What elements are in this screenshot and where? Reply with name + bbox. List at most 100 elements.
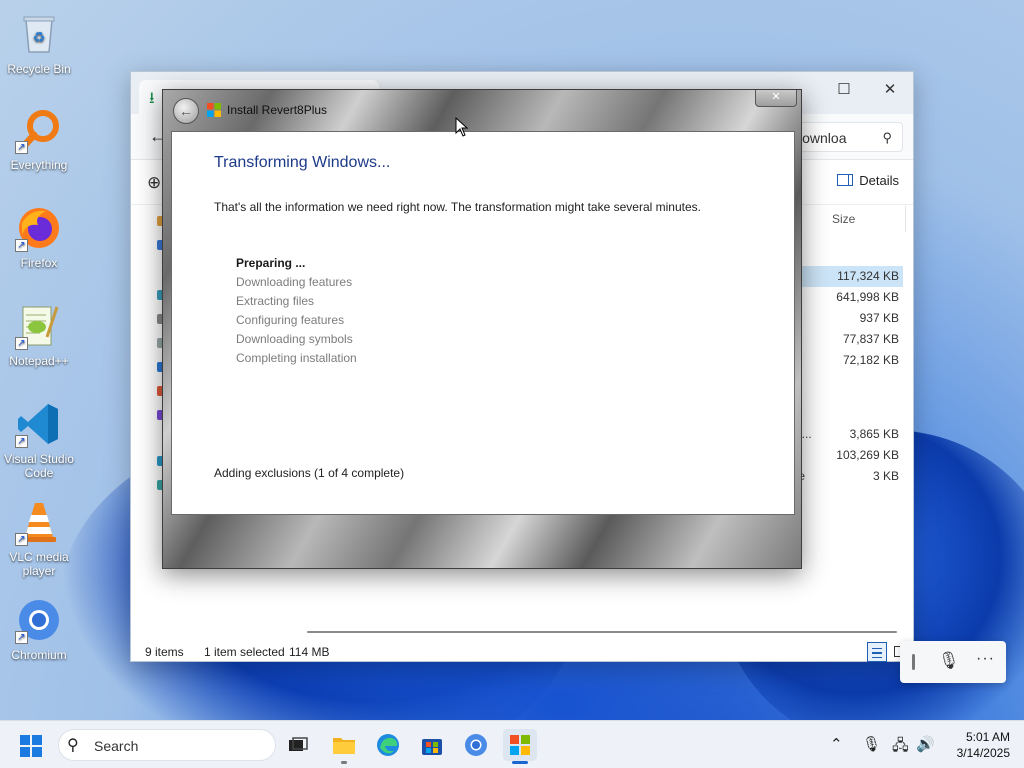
taskbar-edge[interactable]	[371, 729, 405, 761]
vlc-icon: ↗	[15, 498, 63, 546]
installer-status-text: Adding exclusions (1 of 4 complete)	[214, 466, 405, 480]
file-size: 77,837 KB	[842, 332, 899, 346]
volume-icon[interactable]: 🔊	[916, 735, 935, 753]
taskbar: ⚲ Search ⌃ 🎙 🖧 🔊 5:01 AM 3/14/2025	[0, 720, 1024, 768]
installer-title: Install Revert8Plus	[227, 103, 328, 117]
desktop-icon-everything[interactable]: ↗ Everything	[2, 106, 76, 172]
vscode-icon: ↗	[15, 400, 63, 448]
installer-window[interactable]: ← Install Revert8Plus ✕ Transforming Win…	[162, 89, 802, 569]
maximize-button[interactable]: ☐	[821, 76, 867, 104]
installer-content: Transforming Windows... That's all the i…	[171, 131, 795, 515]
chromium-icon	[465, 734, 487, 756]
shortcut-arrow-icon: ↗	[15, 533, 28, 546]
navigation-pane	[131, 206, 165, 566]
download-icon: ⭳	[149, 90, 155, 107]
file-row[interactable]: te 3 KB	[795, 466, 903, 487]
file-size: 117,324 KB	[837, 269, 899, 283]
desktop-icon-notepadpp[interactable]: ↗ Notepad++	[2, 302, 76, 368]
step-extracting-files: Extracting files	[236, 294, 315, 308]
notepadpp-icon: ↗	[15, 302, 63, 350]
step-preparing: Preparing ...	[236, 256, 306, 270]
drag-handle[interactable]	[912, 654, 915, 670]
step-downloading-features: Downloading features	[236, 275, 353, 289]
task-view-button[interactable]	[281, 729, 315, 761]
horizontal-scrollbar[interactable]	[307, 631, 897, 633]
explorer-status-bar: 9 items 1 item selected 114 MB	[131, 640, 913, 662]
file-row[interactable]: 103,269 KB	[795, 445, 903, 466]
desktop-icon-label: Recycle Bin	[7, 62, 71, 76]
desktop-icon-label: Firefox	[20, 256, 58, 270]
desktop-icon-label: Everything	[10, 158, 68, 172]
back-button[interactable]: ←	[173, 98, 199, 124]
column-divider[interactable]	[905, 206, 906, 232]
status-item-count: 9 items	[145, 645, 184, 659]
voice-typing-panel: 🎙 ···	[900, 641, 1006, 683]
desktop-icon-label: Chromium	[11, 648, 67, 662]
file-row[interactable]: e 641,998 KB	[795, 287, 903, 308]
new-item-icon[interactable]: ⊕	[147, 173, 161, 193]
taskbar-clock[interactable]: 5:01 AM 3/14/2025	[940, 729, 1010, 761]
taskbar-revert8plus[interactable]	[503, 729, 537, 764]
desktop-icon-recycle-bin[interactable]: ♻ Recycle Bin	[2, 10, 76, 76]
details-pane-button[interactable]: Details	[837, 173, 899, 188]
installer-heading: Transforming Windows...	[214, 154, 391, 171]
chromium-icon: ↗	[15, 596, 63, 644]
more-options-icon[interactable]: ···	[976, 650, 995, 668]
task-view-icon	[289, 737, 308, 751]
installer-info-text: That's all the information we need right…	[214, 200, 701, 214]
file-size: 72,182 KB	[842, 353, 899, 367]
start-button[interactable]	[20, 735, 42, 757]
file-row[interactable]: e 72,182 KB	[795, 350, 903, 371]
shortcut-arrow-icon: ↗	[15, 239, 28, 252]
details-view-button[interactable]	[867, 642, 887, 662]
column-header-size[interactable]: Size	[832, 212, 855, 226]
step-configuring-features: Configuring features	[236, 313, 345, 327]
clock-time: 5:01 AM	[965, 730, 1010, 744]
taskbar-store[interactable]	[415, 729, 449, 761]
shortcut-arrow-icon: ↗	[15, 631, 28, 644]
firefox-icon: ↗	[15, 204, 63, 252]
installer-step-list: Preparing ... Downloading features Extra…	[236, 256, 357, 370]
file-size: 103,269 KB	[836, 448, 899, 462]
clock-date: 3/14/2025	[956, 746, 1010, 760]
taskbar-search-box[interactable]: ⚲ Search	[58, 729, 276, 761]
taskbar-chromium[interactable]	[459, 729, 493, 761]
status-selection: 1 item selected	[204, 645, 285, 659]
network-icon[interactable]: 🖧	[892, 735, 909, 760]
shortcut-arrow-icon: ↗	[15, 337, 28, 350]
status-selection-size: 114 MB	[289, 645, 330, 659]
file-row[interactable]: o... 3,865 KB	[795, 424, 903, 445]
installer-close-button[interactable]: ✕	[755, 90, 797, 107]
taskbar-file-explorer[interactable]	[327, 729, 361, 764]
file-explorer-icon	[333, 738, 355, 754]
file-size: 641,998 KB	[836, 290, 899, 304]
file-row[interactable]: 937 KB	[795, 308, 903, 329]
file-size: 3,865 KB	[849, 427, 899, 441]
file-row[interactable]: e 77,837 KB	[795, 329, 903, 350]
file-size: 937 KB	[859, 311, 899, 325]
file-row[interactable]: 117,324 KB	[795, 266, 903, 287]
details-pane-icon	[837, 174, 854, 186]
file-size: 3 KB	[872, 469, 899, 483]
explorer-search-input[interactable]: Downloa ⚲	[785, 122, 903, 152]
store-icon	[422, 739, 442, 755]
microphone-icon[interactable]: 🎙	[862, 735, 881, 753]
desktop-icon-chromium[interactable]: ↗ Chromium	[2, 596, 76, 662]
chevron-up-icon[interactable]: ⌃	[830, 735, 843, 753]
edge-icon	[377, 734, 399, 756]
desktop-icon-firefox[interactable]: ↗ Firefox	[2, 204, 76, 270]
step-downloading-symbols: Downloading symbols	[236, 332, 353, 346]
desktop-icon-label: VLC media player	[9, 550, 69, 578]
desktop-icon-vscode[interactable]: ↗ Visual Studio Code	[2, 400, 76, 480]
desktop-icon-vlc[interactable]: ↗ VLC media player	[2, 498, 76, 578]
close-button[interactable]: ✕	[867, 76, 913, 104]
details-label: Details	[859, 173, 899, 188]
close-icon: ✕	[771, 91, 781, 103]
microphone-icon[interactable]: 🎙	[938, 651, 960, 671]
windows-flag-icon	[207, 103, 221, 117]
revert8plus-icon	[510, 735, 530, 755]
search-placeholder: Search	[94, 738, 139, 754]
step-completing-installation: Completing installation	[236, 351, 357, 365]
shortcut-arrow-icon: ↗	[15, 141, 28, 154]
everything-search-icon: ↗	[15, 106, 63, 154]
